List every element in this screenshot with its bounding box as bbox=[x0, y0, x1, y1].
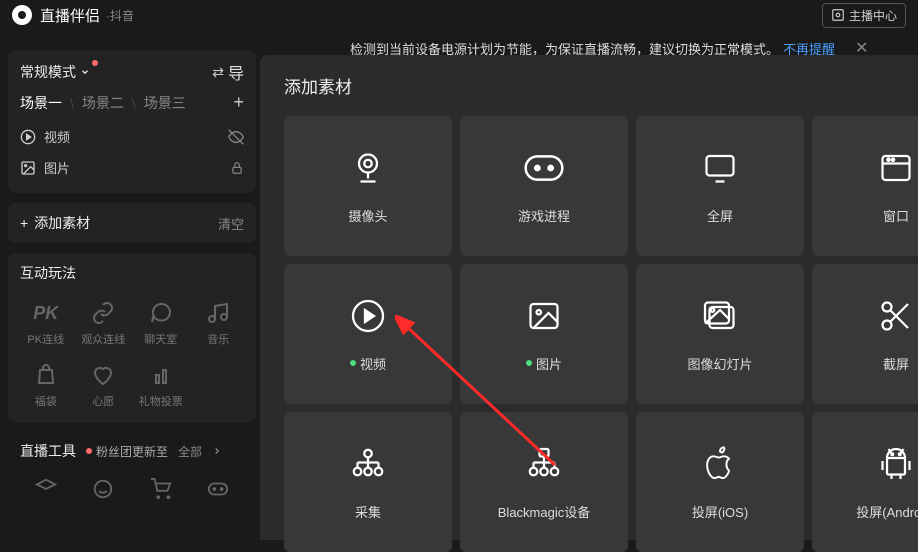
interact-wish[interactable]: 心愿 bbox=[78, 357, 130, 413]
link-icon bbox=[89, 299, 117, 327]
blackmagic-icon bbox=[524, 444, 564, 484]
interact-chatroom[interactable]: 聊天室 bbox=[135, 295, 187, 351]
window-icon bbox=[876, 148, 916, 188]
app-title: 直播伴侣 bbox=[40, 5, 100, 26]
card-label: 摄像头 bbox=[348, 206, 387, 225]
interact-audience-link[interactable]: 观众连线 bbox=[78, 295, 130, 351]
heart-icon bbox=[89, 361, 117, 389]
add-scene-button[interactable]: + bbox=[233, 92, 244, 113]
capture-icon bbox=[348, 444, 388, 484]
swap-button[interactable]: ⇄ 导 bbox=[212, 60, 244, 84]
asset-image-label: 图片 bbox=[44, 158, 70, 177]
android-icon bbox=[876, 444, 916, 484]
source-card-camera[interactable]: 摄像头 bbox=[284, 116, 452, 256]
camera-icon bbox=[348, 148, 388, 188]
interaction-title: 互动玩法 bbox=[20, 263, 244, 283]
overlay-title: 添加素材 bbox=[284, 73, 918, 98]
interact-gift-vote[interactable]: 礼物投票 bbox=[135, 357, 187, 413]
source-card-capture[interactable]: 采集 bbox=[284, 412, 452, 552]
plus-icon: + bbox=[20, 215, 28, 231]
tool-2[interactable] bbox=[78, 471, 130, 507]
add-material-button[interactable]: + 添加素材 bbox=[20, 213, 90, 233]
interact-pk[interactable]: PK PK连线 bbox=[20, 295, 72, 351]
image-icon bbox=[524, 296, 564, 336]
pk-icon: PK bbox=[32, 299, 60, 327]
scene-tabs: 场景一 \ 场景二 \ 场景三 + bbox=[20, 92, 244, 113]
source-card-gamepad[interactable]: 游戏进程 bbox=[460, 116, 628, 256]
eye-off-icon[interactable] bbox=[228, 129, 244, 145]
play-circle-icon bbox=[20, 129, 36, 145]
image-icon bbox=[20, 160, 36, 176]
source-card-monitor[interactable]: 全屏 bbox=[636, 116, 804, 256]
card-label: 图像幻灯片 bbox=[687, 354, 752, 373]
live-tools-title: 直播工具 bbox=[20, 441, 76, 461]
gamepad-icon bbox=[524, 148, 564, 188]
fans-update-badge: 粉丝团更新至 bbox=[86, 443, 168, 460]
tool-1[interactable] bbox=[20, 471, 72, 507]
notification-dot-icon bbox=[92, 60, 98, 66]
chat-icon bbox=[147, 299, 175, 327]
card-label: 图片 bbox=[526, 354, 562, 373]
add-material-label: 添加素材 bbox=[34, 213, 90, 233]
source-card-image[interactable]: 图片 bbox=[460, 264, 628, 404]
scene-tab-3[interactable]: 场景三 bbox=[144, 93, 186, 113]
card-label: Blackmagic设备 bbox=[498, 502, 590, 521]
card-label: 窗口 bbox=[883, 206, 909, 225]
tool-3[interactable] bbox=[135, 471, 187, 507]
interact-bag[interactable]: 福袋 bbox=[20, 357, 72, 413]
source-card-android[interactable]: 投屏(Android) bbox=[812, 412, 918, 552]
play-icon bbox=[348, 296, 388, 336]
music-icon bbox=[204, 299, 232, 327]
asset-row-video[interactable]: 视频 bbox=[20, 121, 244, 152]
green-dot-icon bbox=[526, 360, 532, 366]
asset-video-label: 视频 bbox=[44, 127, 70, 146]
chevron-right-icon bbox=[212, 446, 222, 456]
anchor-center-label: 主播中心 bbox=[849, 7, 897, 24]
swap-icon: ⇄ bbox=[212, 64, 224, 81]
card-label: 全屏 bbox=[707, 206, 733, 225]
card-label: 游戏进程 bbox=[518, 206, 570, 225]
green-dot-icon bbox=[350, 360, 356, 366]
source-card-apple[interactable]: 投屏(iOS) bbox=[636, 412, 804, 552]
vote-icon bbox=[147, 361, 175, 389]
source-card-slides[interactable]: 图像幻灯片 bbox=[636, 264, 804, 404]
anchor-center-button[interactable]: 主播中心 bbox=[822, 3, 906, 28]
mode-dropdown[interactable]: 常规模式 bbox=[20, 62, 90, 82]
interact-music[interactable]: 音乐 bbox=[193, 295, 245, 351]
scissors-icon bbox=[876, 296, 916, 336]
source-card-play[interactable]: 视频 bbox=[284, 264, 452, 404]
card-label: 投屏(iOS) bbox=[692, 502, 748, 521]
slides-icon bbox=[700, 296, 740, 336]
scene-tab-2[interactable]: 场景二 bbox=[82, 93, 124, 113]
source-card-scissors[interactable]: 截屏 bbox=[812, 264, 918, 404]
monitor-icon bbox=[700, 148, 740, 188]
asset-row-image[interactable]: 图片 bbox=[20, 152, 244, 183]
card-label: 采集 bbox=[355, 502, 381, 521]
app-subtitle: ·抖音 bbox=[106, 7, 134, 24]
lock-icon[interactable] bbox=[230, 161, 244, 175]
mode-label: 常规模式 bbox=[20, 62, 76, 82]
card-label: 投屏(Android) bbox=[856, 502, 918, 521]
card-label: 视频 bbox=[350, 354, 386, 373]
swap-label: 导 bbox=[228, 60, 244, 84]
add-material-panel: 添加素材 摄像头 游戏进程 全屏 窗口视频 图片 图像幻灯片 截屏采集 Blackmagic设… bbox=[260, 55, 918, 540]
source-card-blackmagic[interactable]: Blackmagic设备 bbox=[460, 412, 628, 552]
tool-4[interactable] bbox=[193, 471, 245, 507]
app-logo-icon bbox=[12, 5, 32, 25]
all-link[interactable]: 全部 bbox=[178, 443, 202, 460]
card-label: 截屏 bbox=[883, 354, 909, 373]
apple-icon bbox=[700, 444, 740, 484]
clear-button[interactable]: 清空 bbox=[218, 214, 244, 233]
bag-icon bbox=[32, 361, 60, 389]
red-dot-icon bbox=[86, 448, 92, 454]
source-card-window[interactable]: 窗口 bbox=[812, 116, 918, 256]
interact-empty bbox=[193, 357, 245, 413]
scene-tab-1[interactable]: 场景一 bbox=[20, 93, 62, 113]
chevron-down-icon bbox=[80, 67, 90, 77]
